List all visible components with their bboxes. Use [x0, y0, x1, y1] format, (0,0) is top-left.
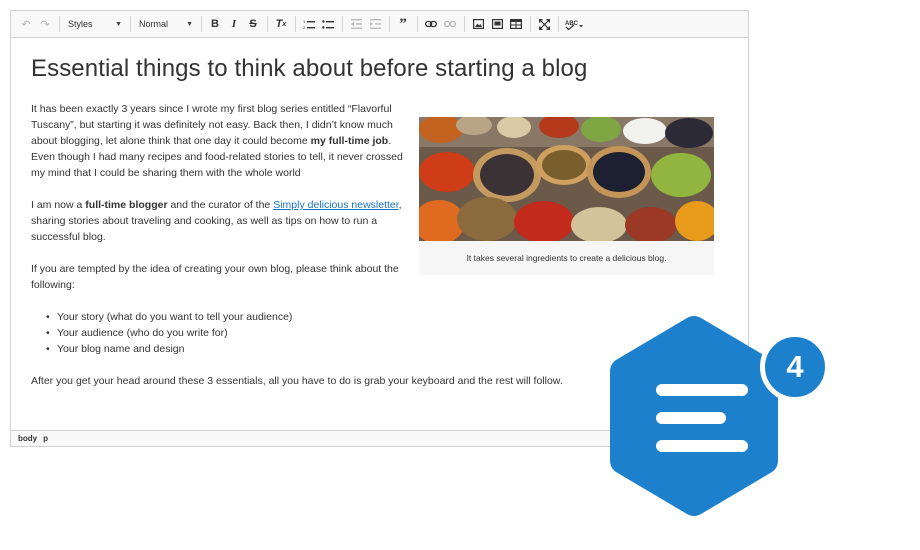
- undo-icon[interactable]: ↶: [17, 15, 35, 33]
- chevron-down-icon: ▼: [115, 20, 122, 28]
- newsletter-link[interactable]: Simply delicious newsletter: [273, 199, 398, 211]
- paragraph: It has been exactly 3 years since I wrot…: [31, 101, 411, 181]
- toolbar-separator: [130, 16, 131, 32]
- format-dropdown-label: Normal: [139, 19, 169, 29]
- toolbar-separator: [59, 16, 60, 32]
- maximize-icon[interactable]: [535, 15, 553, 33]
- list-item: Your audience (who do you write for): [46, 325, 292, 341]
- svg-text:1: 1: [303, 19, 306, 24]
- toolbar-separator: [464, 16, 465, 32]
- comments-badge[interactable]: 4: [600, 312, 840, 532]
- table-icon[interactable]: [507, 15, 525, 33]
- unlink-icon[interactable]: [441, 15, 459, 33]
- bold-text: my full-time job: [310, 135, 389, 147]
- image-caption: It takes several ingredients to create a…: [466, 253, 667, 263]
- bulleted-list: Your story (what do you want to tell you…: [46, 309, 292, 357]
- blockquote-icon[interactable]: ”: [394, 15, 412, 33]
- toolbar-separator: [267, 16, 268, 32]
- numbered-list-icon[interactable]: 12: [300, 15, 318, 33]
- bulleted-list-icon[interactable]: [319, 15, 337, 33]
- toolbar-separator: [530, 16, 531, 32]
- paragraph-text: and the curator of the: [167, 199, 274, 211]
- page-title: Essential things to think about before s…: [31, 55, 588, 82]
- list-item: Your blog name and design: [46, 341, 292, 357]
- redo-icon[interactable]: ↷: [36, 15, 54, 33]
- spices-image: [419, 117, 714, 241]
- indent-icon[interactable]: [366, 15, 384, 33]
- comment-count-badge: 4: [760, 332, 830, 402]
- link-icon[interactable]: [422, 15, 440, 33]
- styles-dropdown-label: Styles: [68, 19, 93, 29]
- strikethrough-icon[interactable]: S: [244, 15, 262, 33]
- bold-text: full-time blogger: [85, 199, 168, 211]
- path-item-p[interactable]: p: [43, 434, 48, 443]
- toolbar-separator: [342, 16, 343, 32]
- paragraph: I am now a full-time blogger and the cur…: [31, 197, 411, 245]
- svg-text:2: 2: [303, 25, 306, 30]
- format-dropdown[interactable]: Normal ▼: [135, 15, 197, 33]
- editor-toolbar: ↶ ↷ Styles ▼ Normal ▼ B I S Tx 12 ” ABC: [11, 11, 748, 38]
- spellcheck-icon[interactable]: ABC: [563, 15, 587, 33]
- image-figure[interactable]: It takes several ingredients to create a…: [419, 117, 714, 275]
- toolbar-separator: [389, 16, 390, 32]
- toolbar-separator: [417, 16, 418, 32]
- paragraph: If you are tempted by the idea of creati…: [31, 263, 399, 291]
- bold-icon[interactable]: B: [206, 15, 224, 33]
- italic-icon[interactable]: I: [225, 15, 243, 33]
- remove-format-icon[interactable]: Tx: [272, 15, 290, 33]
- chevron-down-icon: ▼: [186, 20, 193, 28]
- embed-media-icon[interactable]: [488, 15, 506, 33]
- styles-dropdown[interactable]: Styles ▼: [64, 15, 126, 33]
- editor-content[interactable]: Essential things to think about before s…: [31, 55, 731, 83]
- list-item: Your story (what do you want to tell you…: [46, 309, 292, 325]
- paragraph-text: I am now a: [31, 199, 86, 211]
- path-item-body[interactable]: body: [18, 434, 37, 443]
- toolbar-separator: [201, 16, 202, 32]
- toolbar-separator: [558, 16, 559, 32]
- image-icon[interactable]: [469, 15, 487, 33]
- toolbar-separator: [295, 16, 296, 32]
- outdent-icon[interactable]: [347, 15, 365, 33]
